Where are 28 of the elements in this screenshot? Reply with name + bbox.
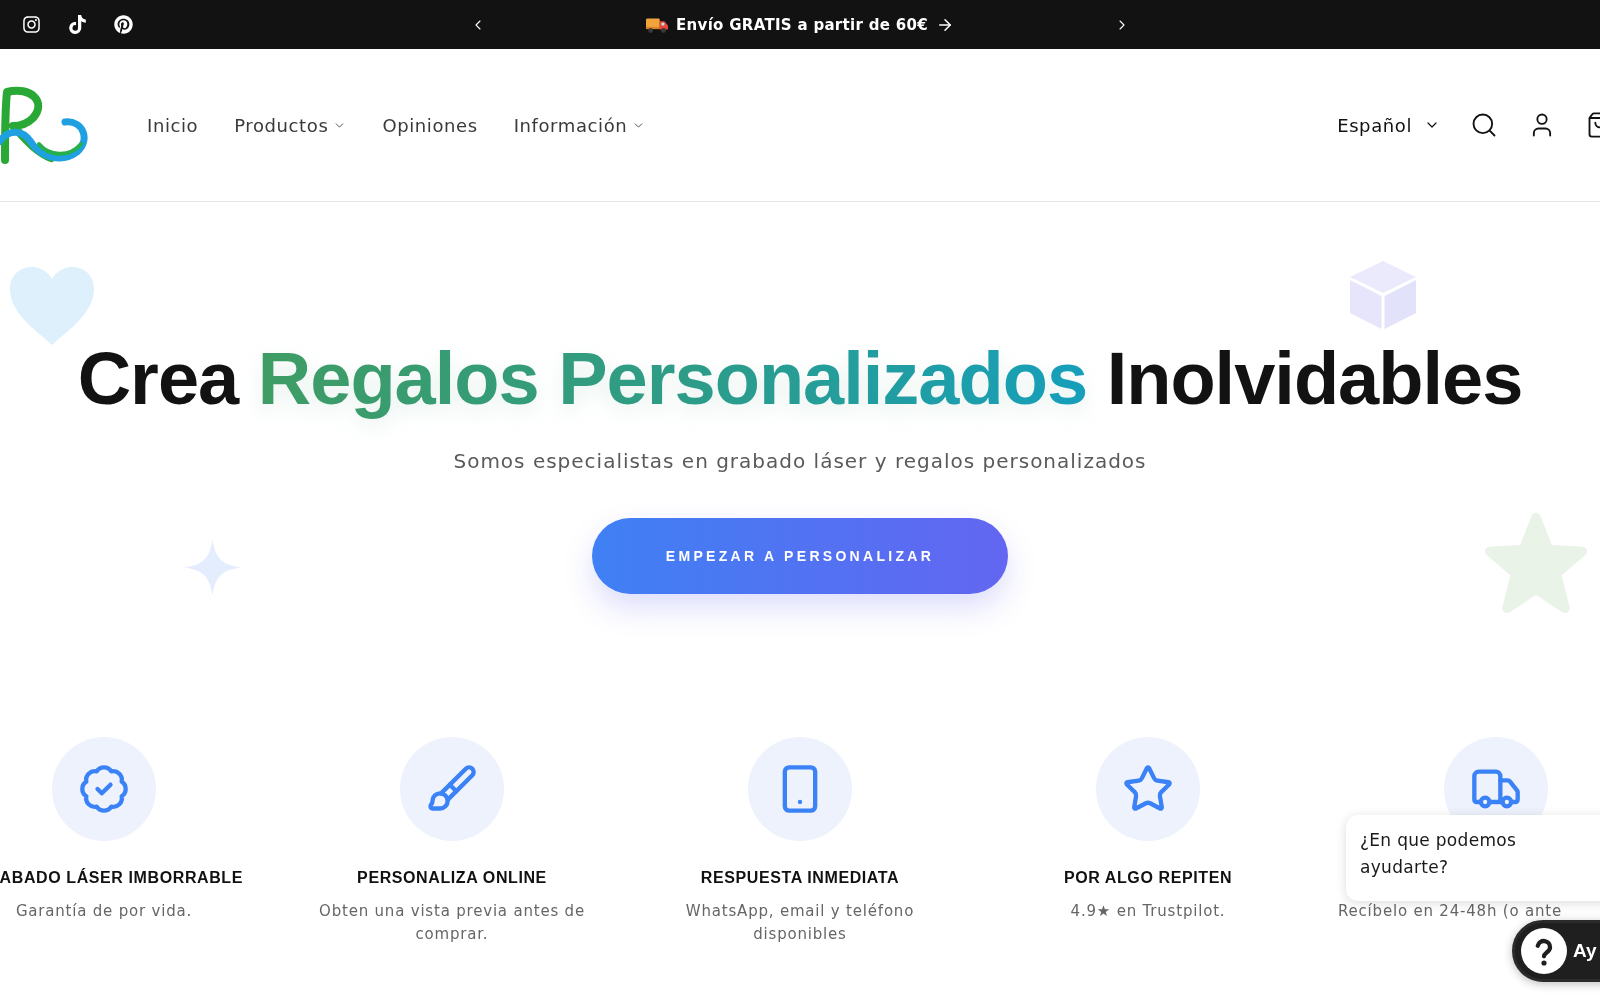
feature-description: 4.9★ en Trustpilot.	[1070, 901, 1226, 922]
hero-subtitle: Somos especialistas en grabado láser y regalos personalizados	[453, 449, 1147, 473]
nav-link[interactable]: Inicio	[147, 114, 199, 136]
heart-icon	[10, 267, 94, 345]
nav-link[interactable]: Información	[513, 114, 646, 136]
pinterest-icon[interactable]	[114, 15, 133, 34]
feature-title: ABADO LÁSER IMBORRABLE	[0, 868, 243, 888]
feature-description: WhatsApp, email y teléfono disponibles	[684, 901, 916, 945]
cube-icon	[1350, 261, 1416, 329]
sparkle-icon	[184, 539, 241, 596]
announcement-text[interactable]: Envío GRATIS a partir de 60€	[676, 15, 928, 34]
chat-bubble: ¿En que podemos ayudarte?	[1346, 815, 1600, 901]
star-icon	[1482, 510, 1590, 616]
cta-button[interactable]: EMPEZAR A PERSONALIZAR	[592, 518, 1008, 594]
feature-description: Garantía de por vida.	[15, 901, 193, 922]
help-icon	[1521, 928, 1567, 974]
tiktok-icon[interactable]	[68, 15, 87, 34]
language-selector[interactable]: Español	[1337, 114, 1440, 136]
feature-title: RESPUESTA INMEDIATA	[700, 868, 900, 888]
feature-title: PERSONALIZA ONLINE	[357, 868, 547, 888]
feature-description: Obten una vista previa antes de comprar.	[318, 901, 586, 945]
nav-link[interactable]: Productos	[234, 114, 347, 136]
feature-description: Recíbelo en 24-48h (o ante	[1338, 901, 1563, 922]
help-button[interactable]: Ay	[1512, 920, 1600, 982]
feature-title: POR ALGO REPITEN	[1063, 868, 1233, 888]
nav-link[interactable]: Opiniones	[382, 114, 478, 136]
search-icon[interactable]	[1470, 111, 1498, 139]
instagram-icon[interactable]	[22, 15, 41, 34]
